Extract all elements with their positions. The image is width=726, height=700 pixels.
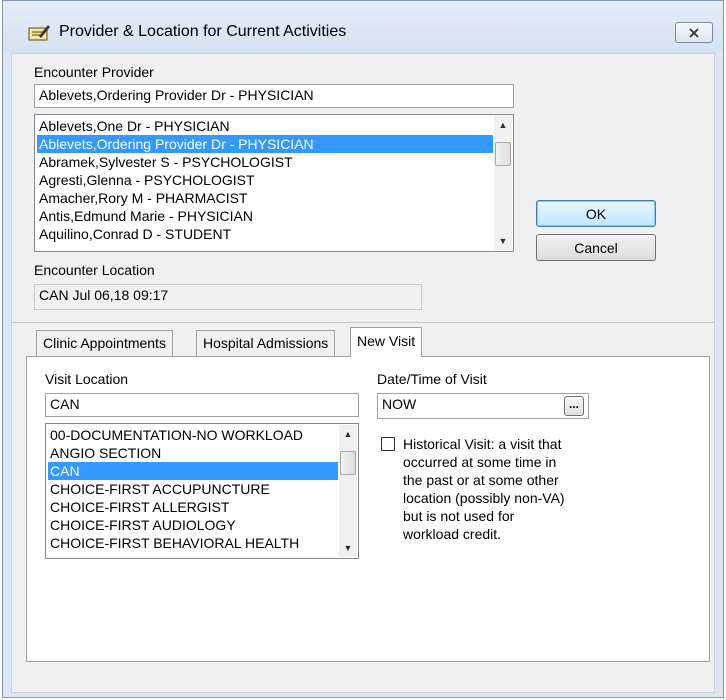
visit-tabs: Clinic Appointments Hospital Admissions … — [26, 327, 710, 662]
close-button[interactable] — [675, 22, 713, 43]
datetime-label: Date/Time of Visit — [377, 371, 487, 387]
window-title: Provider & Location for Current Activiti… — [59, 23, 347, 40]
tab-hospital-admissions[interactable]: Hospital Admissions — [196, 330, 336, 356]
ok-button[interactable]: OK — [536, 200, 656, 227]
provider-list-item[interactable]: Antis,Edmund Marie - PHYSICIAN — [37, 207, 493, 225]
location-list-item[interactable]: ANGIO SECTION — [48, 444, 338, 462]
scroll-down-icon[interactable]: ▼ — [494, 232, 512, 250]
provider-list-item[interactable]: Aquilino,Conrad D - STUDENT — [37, 225, 493, 243]
location-list-item[interactable]: CHOICE-FIRST ACCUPUNCTURE — [48, 480, 338, 498]
provider-list-item-selected[interactable]: Ablevets,Ordering Provider Dr - PHYSICIA… — [37, 135, 493, 153]
visit-location-input[interactable]: CAN — [45, 393, 359, 417]
historical-visit-line: location (possibly non-VA) — [403, 490, 565, 506]
provider-list-item[interactable]: Agresti,Glenna - PSYCHOLOGIST — [37, 171, 493, 189]
historical-visit-checkbox[interactable] — [381, 437, 395, 451]
historical-visit-line: workload credit. — [403, 526, 502, 542]
encounter-location-label: Encounter Location — [34, 262, 155, 278]
location-scrollbar[interactable]: ▲ ▼ — [339, 425, 357, 557]
close-icon — [689, 27, 699, 38]
scroll-up-icon[interactable]: ▲ — [339, 425, 357, 443]
tab-clinic-appointments[interactable]: Clinic Appointments — [36, 330, 173, 356]
edit-form-icon — [27, 23, 51, 43]
location-list-item[interactable]: CHOICE-FIRST BEHAVIORAL HEALTH — [48, 534, 338, 552]
scroll-down-icon[interactable]: ▼ — [339, 539, 357, 557]
provider-list-item[interactable]: Ablevets,One Dr - PHYSICIAN — [37, 117, 493, 135]
historical-visit-line: occurred at some time in — [403, 454, 557, 470]
provider-list-item[interactable]: Abramek,Sylvester S - PSYCHOLOGIST — [37, 153, 493, 171]
dialog-window: Provider & Location for Current Activiti… — [2, 0, 724, 698]
historical-visit-line: Historical Visit: a visit that — [403, 436, 562, 452]
visit-location-label: Visit Location — [45, 371, 129, 387]
historical-visit-line: but is not used for — [403, 508, 515, 524]
location-list-item[interactable]: 00-DOCUMENTATION-NO WORKLOAD — [48, 426, 338, 444]
encounter-provider-label: Encounter Provider — [34, 64, 154, 80]
datetime-input[interactable]: NOW — [377, 393, 589, 419]
visit-location-listbox[interactable]: 00-DOCUMENTATION-NO WORKLOAD ANGIO SECTI… — [45, 423, 359, 559]
scroll-up-icon[interactable]: ▲ — [494, 116, 512, 134]
dialog-client-area: Encounter Provider Ablevets,Ordering Pro… — [11, 53, 715, 693]
location-list-item[interactable]: CHOICE-FIRST ALLERGIST — [48, 498, 338, 516]
separator — [12, 322, 714, 323]
title-bar: Provider & Location for Current Activiti… — [3, 1, 723, 53]
encounter-provider-input[interactable]: Ablevets,Ordering Provider Dr - PHYSICIA… — [34, 84, 514, 108]
historical-visit-text[interactable]: Historical Visit: a visit that occurred … — [403, 435, 565, 543]
provider-list-item[interactable]: Amacher,Rory M - PHARMACIST — [37, 189, 493, 207]
location-list-item[interactable]: CHOICE-FIRST AUDIOLOGY — [48, 516, 338, 534]
scroll-thumb[interactable] — [340, 451, 356, 475]
encounter-location-field: CAN Jul 06,18 09:17 — [34, 284, 422, 310]
provider-scrollbar[interactable]: ▲ ▼ — [494, 116, 512, 250]
cancel-button[interactable]: Cancel — [536, 234, 656, 261]
datetime-picker-button[interactable]: ... — [564, 396, 584, 416]
new-visit-panel: Visit Location CAN 00-DOCUMENTATION-NO W… — [26, 356, 710, 662]
scroll-thumb[interactable] — [495, 142, 511, 166]
historical-visit-line: the past or at some other — [403, 472, 559, 488]
provider-listbox[interactable]: Ablevets,One Dr - PHYSICIAN Ablevets,Ord… — [34, 114, 514, 252]
tab-new-visit[interactable]: New Visit — [350, 327, 423, 357]
location-list-item-selected[interactable]: CAN — [48, 462, 338, 480]
